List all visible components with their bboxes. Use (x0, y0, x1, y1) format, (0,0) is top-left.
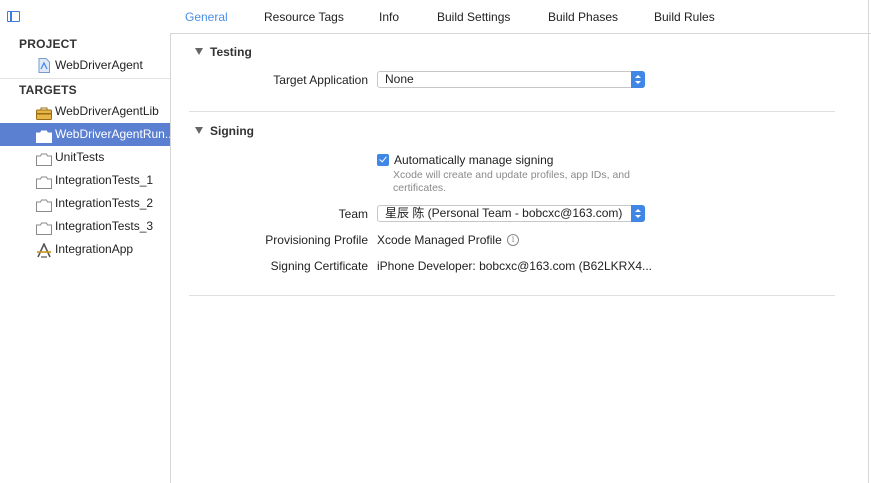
framework-toolbox-icon (36, 105, 52, 120)
sidebar-item-integrationapp[interactable]: IntegrationApp (0, 238, 170, 261)
team-label: Team (338, 207, 368, 221)
team-value: 星辰 陈 (Personal Team - bobcxc@163.com) (385, 206, 623, 220)
test-bundle-icon (36, 220, 52, 235)
test-bundle-icon (36, 128, 52, 143)
sidebar-item-label: IntegrationTests_3 (55, 219, 154, 233)
provisioning-profile-value: Xcode Managed Profile (377, 233, 502, 247)
project-target-list: PROJECT WebDriverAgent TARGETS WebDriver… (0, 33, 171, 483)
test-bundle-icon (36, 151, 52, 166)
editor-tab-bar: General Resource Tags Info Build Setting… (0, 0, 871, 34)
sidebar-divider (0, 78, 170, 79)
sidebar-item-label: UnitTests (55, 150, 105, 164)
test-bundle-icon (36, 174, 52, 189)
sidebar-item-integrationtests-1[interactable]: IntegrationTests_1 (0, 169, 170, 192)
general-settings-pane: Testing Target Application None Signing … (171, 33, 868, 483)
info-icon[interactable]: i (507, 234, 519, 246)
popup-stepper-icon (631, 71, 645, 88)
signing-certificate-value: iPhone Developer: bobcxc@163.com (B62LKR… (377, 259, 652, 273)
tab-build-phases[interactable]: Build Phases (548, 10, 618, 24)
sidebar-item-label: IntegrationTests_2 (55, 196, 154, 210)
window-edge-divider (868, 0, 869, 483)
tab-info[interactable]: Info (379, 10, 399, 24)
sidebar-item-project[interactable]: WebDriverAgent (0, 54, 170, 77)
section-divider (189, 295, 835, 296)
sidebar-item-webdriveragentrunner[interactable]: WebDriverAgentRun... (0, 123, 170, 146)
target-application-popup[interactable]: None (377, 71, 645, 88)
testing-section-title: Testing (210, 45, 252, 59)
test-bundle-icon (36, 197, 52, 212)
sidebar-item-label: WebDriverAgent (55, 58, 143, 72)
testing-disclosure-triangle-icon[interactable] (195, 48, 203, 55)
sidebar-item-label: WebDriverAgentRun... (55, 127, 170, 141)
popup-stepper-icon (631, 205, 645, 222)
sidebar-item-label: IntegrationTests_1 (55, 173, 154, 187)
sidebar-item-integrationtests-2[interactable]: IntegrationTests_2 (0, 192, 170, 215)
signing-disclosure-triangle-icon[interactable] (195, 127, 203, 134)
team-popup[interactable]: 星辰 陈 (Personal Team - bobcxc@163.com) (377, 205, 645, 222)
target-application-value: None (385, 72, 414, 86)
sidebar-item-webdriveragentlib[interactable]: WebDriverAgentLib (0, 100, 170, 123)
sidebar-item-integrationtests-3[interactable]: IntegrationTests_3 (0, 215, 170, 238)
tab-build-settings[interactable]: Build Settings (437, 10, 510, 24)
tab-resource-tags[interactable]: Resource Tags (264, 10, 344, 24)
project-file-icon (38, 58, 53, 73)
sidebar-item-label: IntegrationApp (55, 242, 134, 256)
auto-manage-signing-help: Xcode will create and update profiles, a… (393, 169, 630, 194)
sidebar-item-unittests[interactable]: UnitTests (0, 146, 170, 169)
auto-manage-signing-label: Automatically manage signing (394, 153, 554, 167)
app-icon (36, 242, 51, 258)
target-application-label: Target Application (273, 73, 368, 87)
section-divider (189, 111, 835, 112)
tab-build-rules[interactable]: Build Rules (654, 10, 715, 24)
sidebar-item-label: WebDriverAgentLib (55, 104, 159, 118)
targets-section-header: TARGETS (19, 83, 77, 97)
tab-general[interactable]: General (185, 10, 228, 24)
toggle-navigator-icon[interactable] (7, 11, 20, 22)
provisioning-profile-label: Provisioning Profile (265, 233, 368, 247)
auto-manage-signing-checkbox[interactable] (377, 154, 389, 166)
project-section-header: PROJECT (19, 37, 78, 51)
signing-section-title: Signing (210, 124, 254, 138)
signing-certificate-label: Signing Certificate (270, 259, 368, 273)
